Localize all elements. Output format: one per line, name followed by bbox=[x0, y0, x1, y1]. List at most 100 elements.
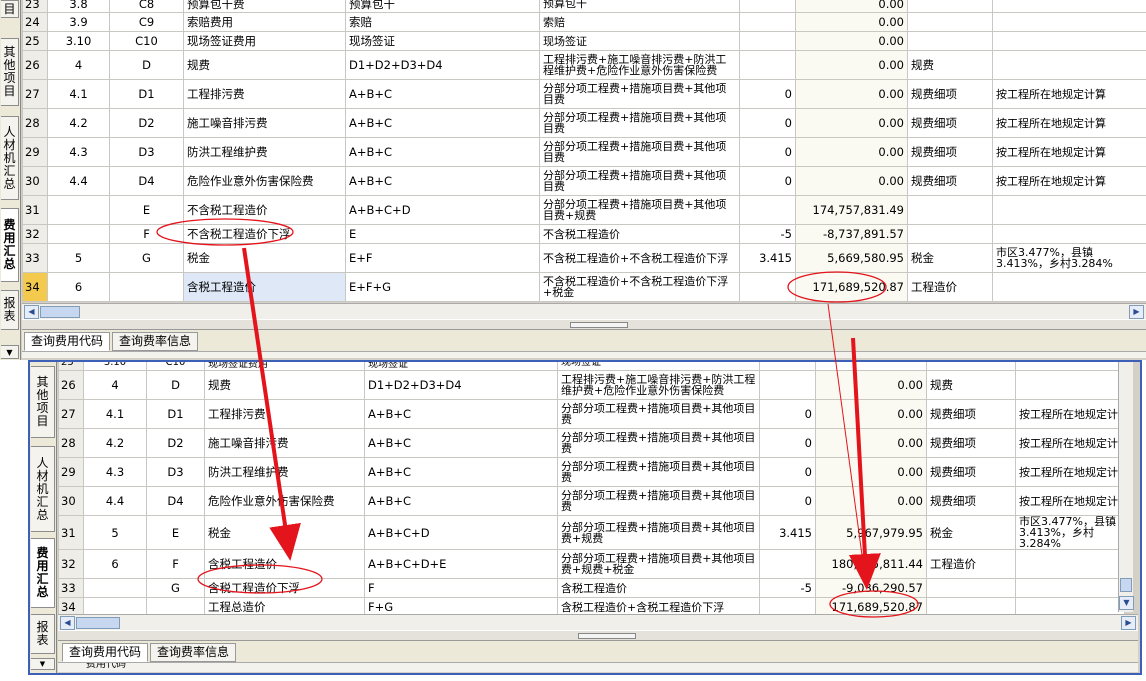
side-tab-reports[interactable]: 报表 bbox=[1, 290, 19, 330]
cell-remark[interactable] bbox=[992, 224, 1146, 244]
cell-row-number[interactable]: 28 bbox=[58, 428, 84, 458]
cell-fee-code[interactable]: C10 bbox=[109, 31, 184, 51]
cell-fee-name[interactable]: 现场签证费用 bbox=[204, 362, 365, 371]
cell-fee-category[interactable]: 规费 bbox=[907, 50, 993, 80]
cell-calc-base[interactable]: A+B+C+D bbox=[345, 195, 540, 225]
cell-fee-name[interactable]: 不含税工程造价下浮 bbox=[183, 224, 346, 244]
cell-rate[interactable] bbox=[759, 370, 816, 400]
cell-fee-name[interactable]: 工程排污费 bbox=[204, 399, 365, 429]
table-row[interactable]: 33 5 G 税金 E+F 不含税工程造价+不含税工程造价下浮 3.415 5,669,580… bbox=[22, 243, 1146, 273]
cell-fee-code[interactable]: F bbox=[109, 224, 184, 244]
cell-sequence[interactable]: 4.2 bbox=[83, 428, 147, 458]
cell-calc-base[interactable]: A+B+C bbox=[345, 137, 540, 167]
cell-fee-code[interactable]: D1 bbox=[146, 399, 205, 429]
table-row[interactable]: 28 4.2 D2 施工噪音排污费 A+B+C 分部分项工程费+措施项目费+其他项目费 0 0… bbox=[22, 108, 1146, 138]
cell-sequence[interactable]: 4 bbox=[47, 50, 110, 80]
cell-fee-category[interactable] bbox=[907, 12, 993, 32]
cell-sequence[interactable]: 3.9 bbox=[47, 12, 110, 32]
side-tab-other-items[interactable]: 其他项目 bbox=[1, 38, 19, 106]
cell-amount[interactable]: 5,669,580.95 bbox=[795, 243, 908, 273]
cell-calc-base[interactable]: E+F bbox=[345, 243, 540, 273]
cell-fee-name[interactable]: 规费 bbox=[183, 50, 346, 80]
cell-amount[interactable]: -8,737,891.57 bbox=[795, 224, 908, 244]
cell-fee-name[interactable]: 税金 bbox=[204, 515, 365, 550]
cell-remark[interactable] bbox=[1015, 549, 1125, 579]
cell-calc-base[interactable]: A+B+C bbox=[364, 486, 558, 516]
cell-calc-base[interactable]: A+B+C bbox=[364, 457, 558, 487]
cell-fee-category[interactable]: 规费细项 bbox=[926, 428, 1016, 458]
cell-fee-category[interactable] bbox=[907, 195, 993, 225]
cell-row-number[interactable]: 25 bbox=[22, 31, 48, 51]
cell-fee-category[interactable]: 规费细项 bbox=[926, 486, 1016, 516]
cell-remark[interactable] bbox=[992, 272, 1146, 302]
cell-base-description[interactable]: 工程排污费+施工噪音排污费+防洪工程维护费+危险作业意外伤害保险费 bbox=[557, 370, 760, 400]
table-row[interactable]: 27 4.1 D1 工程排污费 A+B+C 分部分项工程费+措施项目费+其他项目费 0 0.0… bbox=[58, 399, 1125, 429]
cell-row-number[interactable]: 24 bbox=[22, 12, 48, 32]
cell-sequence[interactable]: 4.3 bbox=[47, 137, 110, 167]
cell-sequence[interactable]: 5 bbox=[83, 515, 147, 550]
cell-remark[interactable] bbox=[1015, 578, 1125, 598]
table-row[interactable]: 24 3.9 C9 索赔费用 索赔 索赔 0.00 bbox=[22, 12, 1146, 32]
cell-remark[interactable]: 按工程所在地规定计算 bbox=[992, 137, 1146, 167]
cell-fee-code[interactable]: D bbox=[146, 370, 205, 400]
cell-amount[interactable]: 0.00 bbox=[815, 399, 927, 429]
cell-fee-code[interactable]: E bbox=[146, 515, 205, 550]
cell-sequence[interactable] bbox=[47, 224, 110, 244]
scroll-thumb[interactable] bbox=[1120, 578, 1132, 592]
cell-remark[interactable]: 按工程所在地规定计算 bbox=[992, 166, 1146, 196]
table-row[interactable]: 29 4.3 D3 防洪工程维护费 A+B+C 分部分项工程费+措施项目费+其他项目费 0 0… bbox=[58, 457, 1125, 487]
cell-fee-code[interactable]: D3 bbox=[146, 457, 205, 487]
table-row[interactable]: 31 E 不含税工程造价 A+B+C+D 分部分项工程费+措施项目费+其他项目费+规费 1… bbox=[22, 195, 1146, 225]
cell-calc-base[interactable]: E+F+G bbox=[345, 272, 540, 302]
cell-fee-category[interactable]: 规费细项 bbox=[907, 166, 993, 196]
cell-row-number[interactable]: 28 bbox=[22, 108, 48, 138]
cell-fee-code[interactable]: D4 bbox=[146, 486, 205, 516]
cell-base-description[interactable]: 不含税工程造价+不含税工程造价下浮+税金 bbox=[539, 272, 740, 302]
cell-base-description[interactable]: 现场签证 bbox=[539, 31, 740, 51]
cell-sequence[interactable]: 4.4 bbox=[47, 166, 110, 196]
cell-rate[interactable]: 0 bbox=[759, 428, 816, 458]
cell-remark[interactable] bbox=[1015, 370, 1125, 400]
cell-row-number[interactable]: 30 bbox=[22, 166, 48, 196]
cell-fee-name[interactable]: 索赔费用 bbox=[183, 12, 346, 32]
bottom-vertical-scrollbar[interactable]: ▼ bbox=[1118, 362, 1134, 612]
cell-sequence[interactable] bbox=[47, 195, 110, 225]
cell-fee-name[interactable]: 预算包干费 bbox=[183, 0, 346, 13]
cell-base-description[interactable]: 分部分项工程费+措施项目费+其他项目费 bbox=[539, 166, 740, 196]
cell-rate[interactable]: 0 bbox=[739, 166, 796, 196]
cell-rate[interactable]: 0 bbox=[739, 108, 796, 138]
cell-fee-code[interactable]: G bbox=[146, 578, 205, 598]
cell-calc-base[interactable]: 预算包干 bbox=[345, 0, 540, 13]
cell-calc-base[interactable]: D1+D2+D3+D4 bbox=[345, 50, 540, 80]
cell-sequence[interactable]: 4.1 bbox=[47, 79, 110, 109]
cell-fee-name[interactable]: 施工噪音排污费 bbox=[204, 428, 365, 458]
cell-row-number[interactable]: 32 bbox=[58, 549, 84, 579]
cell-calc-base[interactable]: A+B+C+D bbox=[364, 515, 558, 550]
cell-row-number[interactable]: 29 bbox=[58, 457, 84, 487]
cell-row-number[interactable]: 26 bbox=[22, 50, 48, 80]
cell-fee-code[interactable]: D2 bbox=[109, 108, 184, 138]
cell-base-description[interactable]: 预算包干 bbox=[539, 0, 740, 13]
cell-rate[interactable]: -5 bbox=[739, 224, 796, 244]
cell-rate[interactable] bbox=[739, 272, 796, 302]
cell-sequence[interactable]: 4.2 bbox=[47, 108, 110, 138]
cell-fee-name[interactable]: 规费 bbox=[204, 370, 365, 400]
side-tab-materials-summary[interactable]: 人材机汇总 bbox=[1, 116, 19, 200]
cell-amount[interactable]: 0.00 bbox=[795, 108, 908, 138]
cell-fee-code[interactable]: D bbox=[109, 50, 184, 80]
cell-fee-name[interactable]: 含税工程造价下浮 bbox=[204, 578, 365, 598]
cell-fee-code[interactable]: E bbox=[109, 195, 184, 225]
cell-fee-code[interactable]: C9 bbox=[109, 12, 184, 32]
cell-rate[interactable] bbox=[739, 31, 796, 51]
cell-row-number[interactable]: 33 bbox=[22, 243, 48, 273]
cell-sequence[interactable]: 3.8 bbox=[47, 0, 110, 13]
cell-sequence[interactable]: 6 bbox=[47, 272, 110, 302]
cell-calc-base[interactable]: A+B+C bbox=[345, 166, 540, 196]
table-row[interactable]: 27 4.1 D1 工程排污费 A+B+C 分部分项工程费+措施项目费+其他项目费 0 0.0… bbox=[22, 79, 1146, 109]
cell-fee-code[interactable] bbox=[109, 272, 184, 302]
cell-base-description[interactable]: 分部分项工程费+措施项目费+其他项目费+规费 bbox=[539, 195, 740, 225]
cell-fee-category[interactable]: 规费细项 bbox=[926, 399, 1016, 429]
cell-base-description[interactable]: 分部分项工程费+措施项目费+其他项目费 bbox=[539, 137, 740, 167]
cell-remark[interactable]: 按工程所在地规定计算 bbox=[992, 79, 1146, 109]
cell-row-number[interactable]: 33 bbox=[58, 578, 84, 598]
